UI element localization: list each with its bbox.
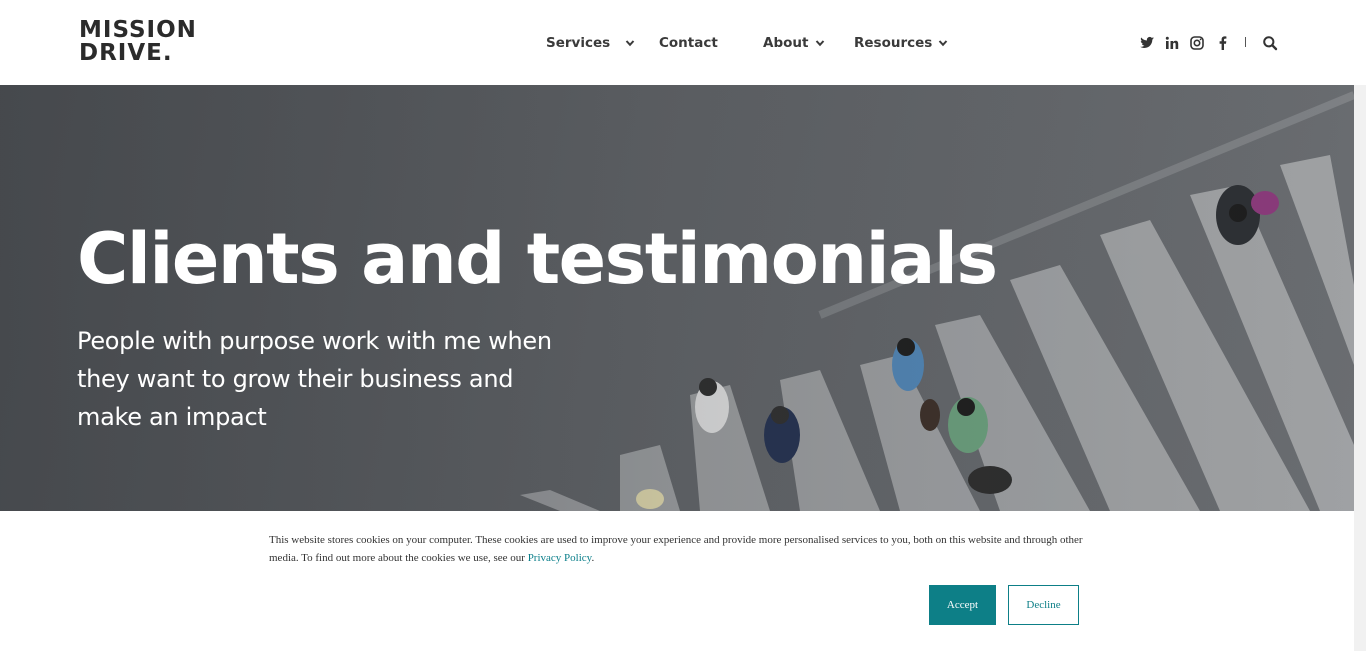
decline-button[interactable]: Decline: [1008, 585, 1079, 625]
linkedin-icon[interactable]: [1164, 35, 1180, 51]
site-header: MISSION DRIVE. Services Contact About Re…: [0, 0, 1366, 85]
logo-line-2: DRIVE.: [79, 40, 173, 66]
header-divider: [1245, 37, 1246, 47]
nav-item-services[interactable]: Services: [546, 33, 635, 53]
twitter-icon[interactable]: [1139, 35, 1155, 51]
cookie-banner: This website stores cookies on your comp…: [0, 511, 1354, 651]
cookie-message-end: .: [591, 552, 595, 564]
facebook-icon[interactable]: [1215, 35, 1231, 51]
nav-item-about[interactable]: About: [763, 33, 825, 53]
page-title: Clients and testimonials: [77, 218, 998, 300]
privacy-policy-link[interactable]: Privacy Policy: [528, 552, 592, 564]
nav-item-resources[interactable]: Resources: [854, 33, 948, 53]
nav-label-services: Services: [546, 35, 611, 51]
nav-label-about: About: [763, 35, 809, 51]
hero-subtitle: People with purpose work with me when th…: [77, 327, 552, 431]
nav-item-contact[interactable]: Contact: [659, 33, 718, 53]
accept-button[interactable]: Accept: [929, 585, 996, 625]
chevron-down-icon: [815, 38, 825, 48]
cookie-message: This website stores cookies on your comp…: [269, 531, 1084, 567]
nav-label-resources: Resources: [854, 35, 933, 51]
cookie-message-text: This website stores cookies on your comp…: [269, 534, 1083, 564]
mission-drive-logo[interactable]: MISSION DRIVE.: [79, 19, 201, 67]
page-scrollbar[interactable]: [1354, 85, 1366, 651]
search-icon[interactable]: [1262, 35, 1278, 51]
hero-section: Clients and testimonials People with pur…: [0, 85, 1354, 511]
nav-label-contact: Contact: [659, 35, 718, 51]
chevron-down-icon: [625, 38, 635, 48]
logo-line-1: MISSION: [79, 17, 197, 43]
instagram-icon[interactable]: [1189, 35, 1205, 51]
chevron-down-icon: [938, 38, 948, 48]
